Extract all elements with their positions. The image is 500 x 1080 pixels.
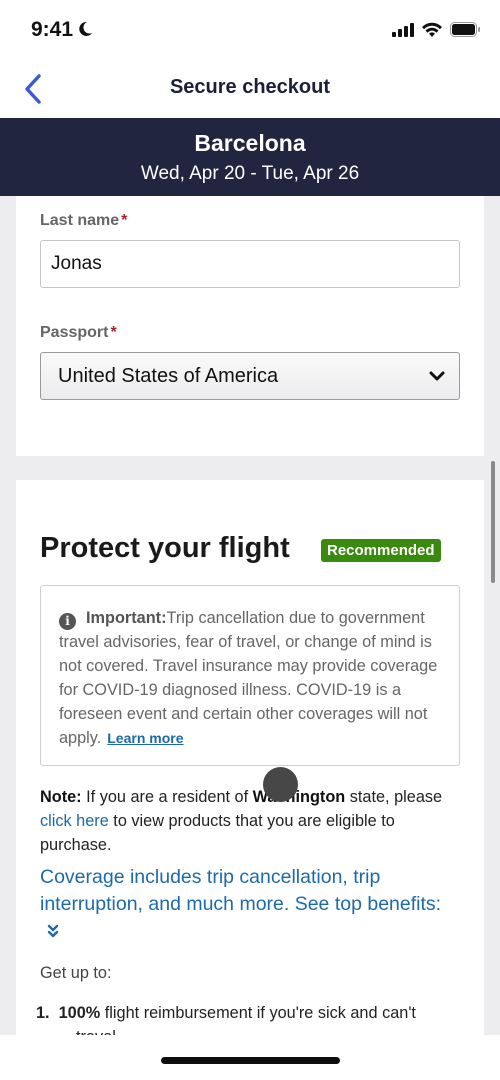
required-mark: * — [110, 324, 117, 341]
trip-dates: Wed, Apr 20 - Tue, Apr 26 — [140, 163, 360, 184]
important-text: Trip cancellation due to government trav… — [59, 609, 438, 747]
wifi-icon — [422, 22, 442, 37]
chevron-down-icon — [429, 371, 445, 381]
coverage-benefits-link[interactable]: Coverage includes trip cancellation, tri… — [40, 864, 470, 918]
double-chevron-down-icon[interactable] — [46, 924, 60, 938]
passport-label: Passport * — [40, 324, 117, 341]
click-here-link[interactable]: click here — [40, 812, 109, 830]
passport-select[interactable]: United States of America — [40, 352, 460, 400]
trip-header: Barcelona Wed, Apr 20 - Tue, Apr 26 — [0, 118, 500, 196]
protect-flight-card: Protect your flight Recommended i Importa… — [16, 480, 484, 1046]
signal-icon — [392, 22, 414, 37]
moon-icon — [79, 21, 92, 36]
touch-indicator — [263, 767, 298, 802]
home-indicator[interactable] — [161, 1057, 340, 1064]
protect-title: Protect your flight — [40, 532, 290, 564]
important-label: Important: — [86, 609, 167, 627]
last-name-label: Last name * — [40, 212, 128, 229]
status-time: 9:41 — [31, 18, 74, 41]
resident-note: Note: If you are a resident of Washingto… — [40, 788, 443, 854]
page-title: Secure checkout — [169, 76, 331, 98]
important-notice: i Important:Trip cancellation due to gove… — [40, 585, 460, 766]
get-up-to-label: Get up to: — [40, 964, 112, 982]
last-name-input[interactable] — [40, 240, 460, 288]
scrollbar[interactable] — [491, 461, 495, 583]
trip-city: Barcelona — [194, 130, 306, 156]
passport-selected-value: United States of America — [58, 364, 279, 387]
learn-more-link[interactable]: Learn more — [107, 730, 183, 746]
status-bar: 9:41 — [0, 0, 500, 62]
required-mark: * — [121, 212, 128, 229]
status-icons — [392, 22, 480, 37]
note-label: Note: — [40, 788, 82, 806]
recommended-badge: Recommended — [321, 539, 441, 562]
traveler-form-card: Last name* Passport* United States of Am… — [16, 196, 484, 456]
info-icon: i — [59, 613, 76, 630]
home-area — [0, 1035, 500, 1080]
nav-bar: Secure checkout — [0, 62, 500, 118]
battery-icon — [450, 22, 480, 37]
benefit-item: 1. 100% flight reimbursement if you're si… — [36, 1004, 416, 1022]
